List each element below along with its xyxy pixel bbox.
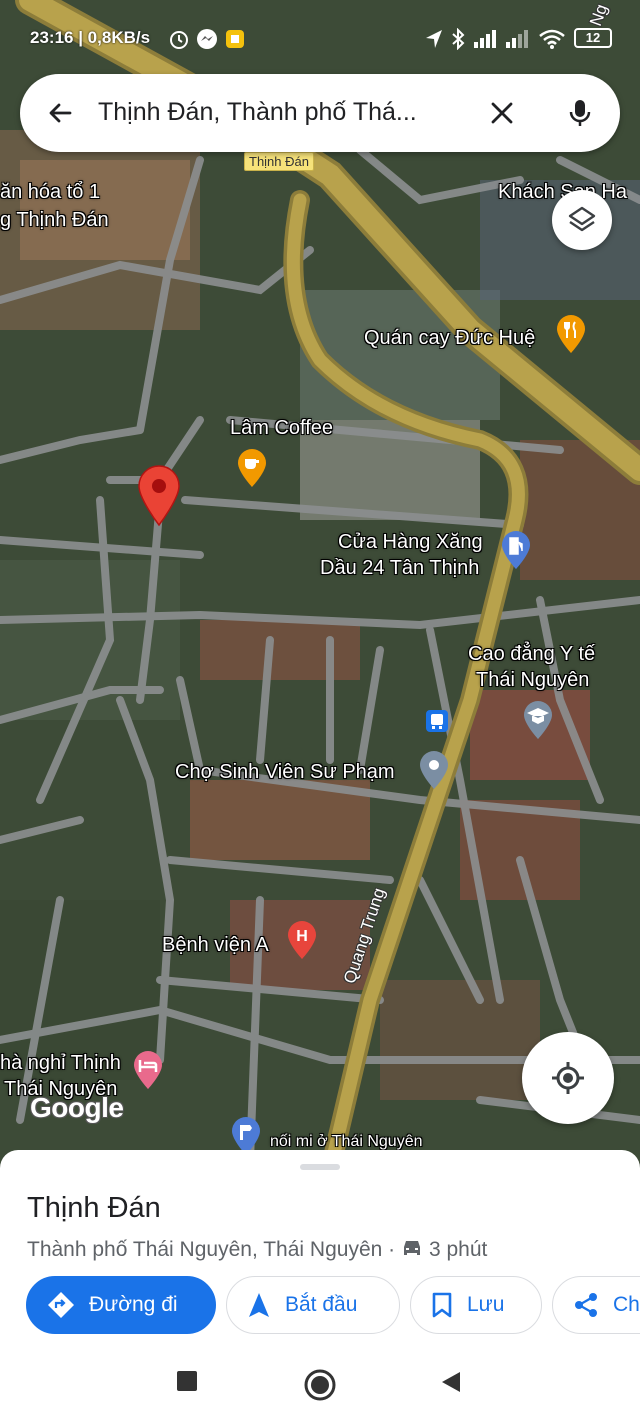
share-button[interactable]: Ch: [552, 1276, 640, 1334]
hospital-pin-icon[interactable]: H: [286, 920, 318, 960]
svg-text:H: H: [296, 928, 308, 945]
car-icon: [403, 1241, 420, 1255]
map-label-gas-station[interactable]: Cửa Hàng Xăng: [338, 530, 483, 554]
mic-icon: [569, 100, 591, 126]
map-label[interactable]: g Thịnh Đán: [0, 208, 109, 232]
navigation-arrow-icon: [249, 1293, 269, 1317]
coffee-pin-icon[interactable]: [236, 448, 268, 488]
status-time: 23:16 | 0,8KB/s: [30, 28, 151, 47]
market-pin-icon[interactable]: [418, 750, 450, 790]
google-logo: Google: [30, 1092, 124, 1123]
place-sheet[interactable]: Thịnh Đán Thành phố Thái Nguyên, Thái Ng…: [0, 1150, 640, 1346]
location-arrow-icon: [426, 30, 442, 48]
bookmark-icon: [432, 1292, 452, 1318]
map-label-restaurant[interactable]: Quán cay Đức Huệ: [364, 326, 535, 350]
system-nav-bar: [0, 1346, 640, 1422]
wifi-icon: [539, 29, 565, 49]
map-label-college[interactable]: Cao đẳng Y tế: [468, 642, 595, 666]
home-button[interactable]: [303, 1368, 337, 1402]
hotel-pin-icon[interactable]: [132, 1050, 164, 1090]
location-pin-icon[interactable]: [137, 465, 181, 527]
search-input[interactable]: Thịnh Đán, Thành phố Thá...: [98, 98, 468, 127]
map-label-market[interactable]: Chợ Sinh Viên Sư Phạm: [175, 760, 395, 784]
recent-apps-button[interactable]: [176, 1370, 198, 1392]
drive-time: 3 phút: [428, 1238, 488, 1261]
alarm-icon: [170, 31, 188, 49]
school-pin-icon[interactable]: [522, 700, 554, 740]
signal-icon: [474, 30, 496, 48]
share-label: Ch: [613, 1293, 640, 1316]
save-button[interactable]: Lưu: [410, 1276, 542, 1334]
directions-icon: [48, 1292, 74, 1318]
bus-stop-icon[interactable]: [426, 710, 448, 732]
my-location-button[interactable]: [522, 1032, 614, 1124]
search-bar[interactable]: Thịnh Đán, Thành phố Thá...: [20, 74, 620, 152]
place-subtitle: Thành phố Thái Nguyên, Thái Nguyên · 3 p…: [27, 1238, 487, 1262]
drag-handle[interactable]: [300, 1164, 340, 1170]
layers-button[interactable]: [552, 190, 612, 250]
map-view[interactable]: Thịnh Đán ăn hóa tổ 1 g Thịnh Đán Khách …: [0, 0, 640, 1170]
back-button[interactable]: [40, 93, 80, 133]
share-icon: [575, 1293, 597, 1317]
layers-icon: [568, 206, 596, 232]
voice-search-button[interactable]: [560, 93, 600, 133]
messenger-icon: [197, 29, 217, 49]
map-label-gas-station[interactable]: Dầu 24 Tân Thịnh: [320, 556, 479, 580]
clear-search-button[interactable]: [482, 93, 522, 133]
map-label-hotel[interactable]: hà nghỉ Thịnh: [0, 1051, 121, 1075]
arrow-back-icon: [49, 103, 72, 123]
place-title: Thịnh Đán: [27, 1192, 161, 1224]
signal-icon-2: [506, 30, 528, 48]
gas-station-pin-icon[interactable]: [500, 530, 532, 570]
bluetooth-icon: [452, 28, 465, 50]
road-shield-label: Thịnh Đán: [244, 152, 314, 171]
satellite-map: [0, 0, 640, 1170]
place-address: Thành phố Thái Nguyên, Thái Nguyên ·: [27, 1238, 401, 1261]
directions-label: Đường đi: [89, 1293, 178, 1316]
close-icon: [491, 102, 513, 124]
back-nav-button[interactable]: [440, 1370, 462, 1394]
status-bar: 23:16 | 0,8KB/s 12: [0, 20, 640, 56]
map-label-cafe[interactable]: Lâm Coffee: [230, 416, 333, 440]
save-label: Lưu: [467, 1293, 505, 1316]
battery-indicator: 12: [574, 28, 612, 48]
restaurant-pin-icon[interactable]: [555, 314, 587, 354]
crosshair-icon: [552, 1062, 584, 1094]
map-label-hospital[interactable]: Bệnh viện A: [162, 933, 269, 957]
start-button[interactable]: Bắt đầu: [226, 1276, 400, 1334]
map-label-college[interactable]: Thái Nguyên: [476, 668, 589, 692]
start-label: Bắt đầu: [285, 1293, 358, 1316]
notification-app-icon: [226, 30, 244, 48]
map-label[interactable]: ăn hóa tổ 1: [0, 180, 100, 204]
directions-button[interactable]: Đường đi: [26, 1276, 216, 1334]
